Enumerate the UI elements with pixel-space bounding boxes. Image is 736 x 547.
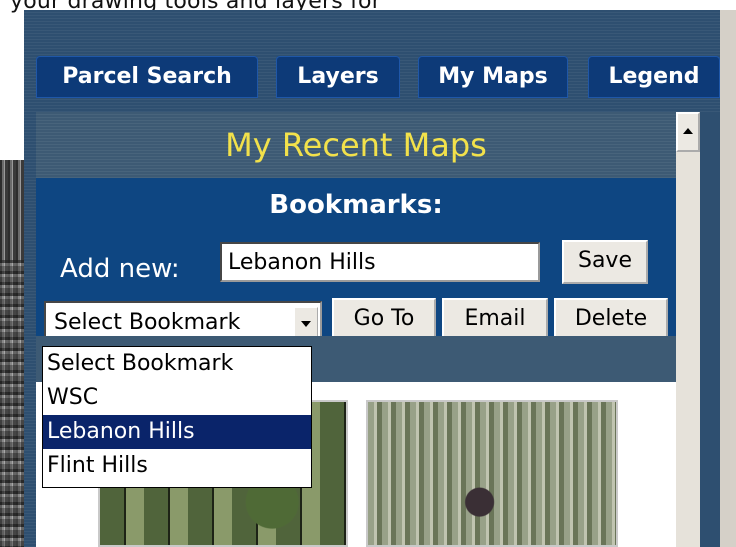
- scroll-up-icon[interactable]: [676, 112, 700, 152]
- add-new-label: Add new:: [60, 254, 180, 284]
- tab-my-maps[interactable]: My Maps: [418, 56, 568, 98]
- save-button[interactable]: Save: [562, 240, 648, 284]
- dropdown-option-highlighted[interactable]: Lebanon Hills: [43, 415, 311, 449]
- panel-title: My Recent Maps: [225, 126, 487, 164]
- bookmark-dropdown-list[interactable]: Select Bookmark WSC Lebanon Hills Flint …: [42, 346, 312, 488]
- bookmarks-heading: Bookmarks:: [269, 190, 443, 220]
- vertical-scrollbar[interactable]: [676, 112, 700, 547]
- chevron-down-icon[interactable]: [294, 307, 318, 339]
- scrollbar-track[interactable]: [676, 152, 700, 547]
- tab-bar: Parcel Search Layers My Maps Legend: [36, 56, 720, 102]
- dropdown-option[interactable]: Select Bookmark: [43, 347, 311, 381]
- bookmark-name-input[interactable]: [220, 242, 540, 282]
- window-edge: [720, 10, 736, 547]
- dropdown-option[interactable]: WSC: [43, 381, 311, 415]
- tab-layers[interactable]: Layers: [276, 56, 400, 98]
- map-strip: [0, 0, 24, 547]
- tab-parcel-search[interactable]: Parcel Search: [36, 56, 258, 98]
- aerial-map-overlay: [0, 260, 24, 547]
- tab-legend[interactable]: Legend: [588, 56, 720, 98]
- panel-title-bar: My Recent Maps: [36, 112, 676, 178]
- recent-map-thumbnail[interactable]: [366, 400, 618, 547]
- bookmark-select-value: Select Bookmark: [54, 310, 241, 335]
- panel-right-border: [700, 112, 720, 547]
- dropdown-option[interactable]: Flint Hills: [43, 449, 311, 483]
